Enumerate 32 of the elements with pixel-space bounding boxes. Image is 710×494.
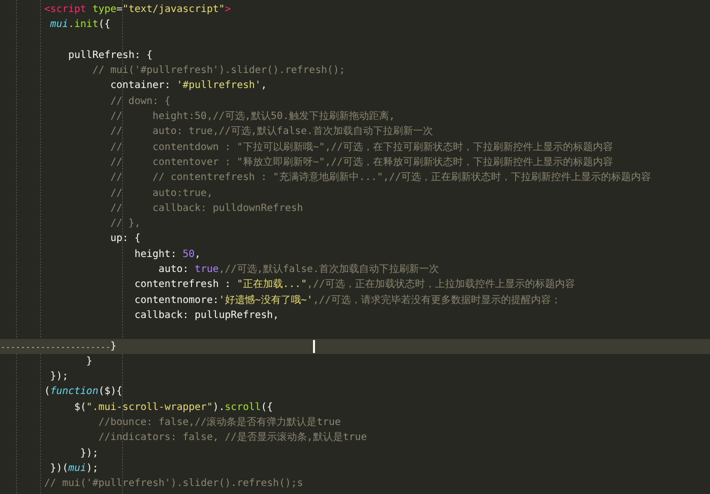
code-line: })(mui);: [50, 462, 98, 476]
code-line: // contentdown : "下拉可以刷新哦~",//可选，在下拉可刷新状态时，下拉刷新控件上显示的标题内容: [110, 140, 613, 155]
text-cursor: [313, 340, 315, 353]
code-editor[interactable]: [0, 0, 710, 494]
code-line: auto: true,//可选,默认false.首次加载自动下拉刷新一次: [158, 262, 439, 278]
code-line: // mui('#pullrefresh').slider().refresh();: [92, 64, 346, 78]
code-line: container: '#pullrefresh',: [110, 79, 267, 94]
code-line: // contentover : "释放立即刷新呀~",//可选，在释放可刷新状态时，下拉刷新控件上显示的标题内容: [110, 156, 613, 170]
code-line: contentrefresh : "正在加载...",//可选，正在加载状态时，上拉加载控件上显示的标题内容: [134, 278, 575, 292]
code-line: });: [50, 370, 68, 384]
code-line: up: {: [110, 232, 140, 246]
code-line: // callback: pulldownRefresh: [110, 202, 304, 216]
code-line: // auto: true,//可选,默认false.首次加载自动下拉刷新一次: [110, 124, 433, 140]
code-line: // auto:true,: [110, 186, 213, 201]
code-line: }: [110, 340, 116, 354]
code-line: // height:50,//可选,默认50.触发下拉刷新拖动距离,: [110, 110, 395, 124]
code-line: //bounce: false,//滚动条是否有弹力默认是true: [98, 416, 341, 430]
code-line: // down: {: [110, 94, 171, 109]
code-line: contentnomore:'好遗憾~没有了哦~',//可选，请求完毕若没有更多数据时显示的提醒内容；: [134, 294, 561, 308]
code-line: }: [86, 354, 92, 369]
code-line: pullRefresh: {: [68, 48, 153, 63]
code-line: // mui('#pullrefresh').slider().refresh();s: [44, 477, 304, 492]
code-line: (function($){: [44, 385, 122, 400]
code-line: $(".mui-scroll-wrapper").scroll({: [74, 400, 273, 415]
code-line: <script type="text/javascript">: [44, 3, 231, 17]
code-line: // },: [110, 217, 140, 232]
code-line: //indicators: false, //是否显示滚动条,默认是true: [98, 430, 367, 446]
code-line: });: [80, 446, 98, 461]
code-line: callback: pullupRefresh,: [134, 308, 279, 323]
code-line: // // contentrefresh : "充满诗意地刷新中...",//可选，正在刷新状态时，下拉刷新控件上显示的标题内容: [110, 170, 652, 186]
code-line: mui.init({: [50, 18, 110, 32]
code-line: height: 50,: [134, 248, 201, 262]
